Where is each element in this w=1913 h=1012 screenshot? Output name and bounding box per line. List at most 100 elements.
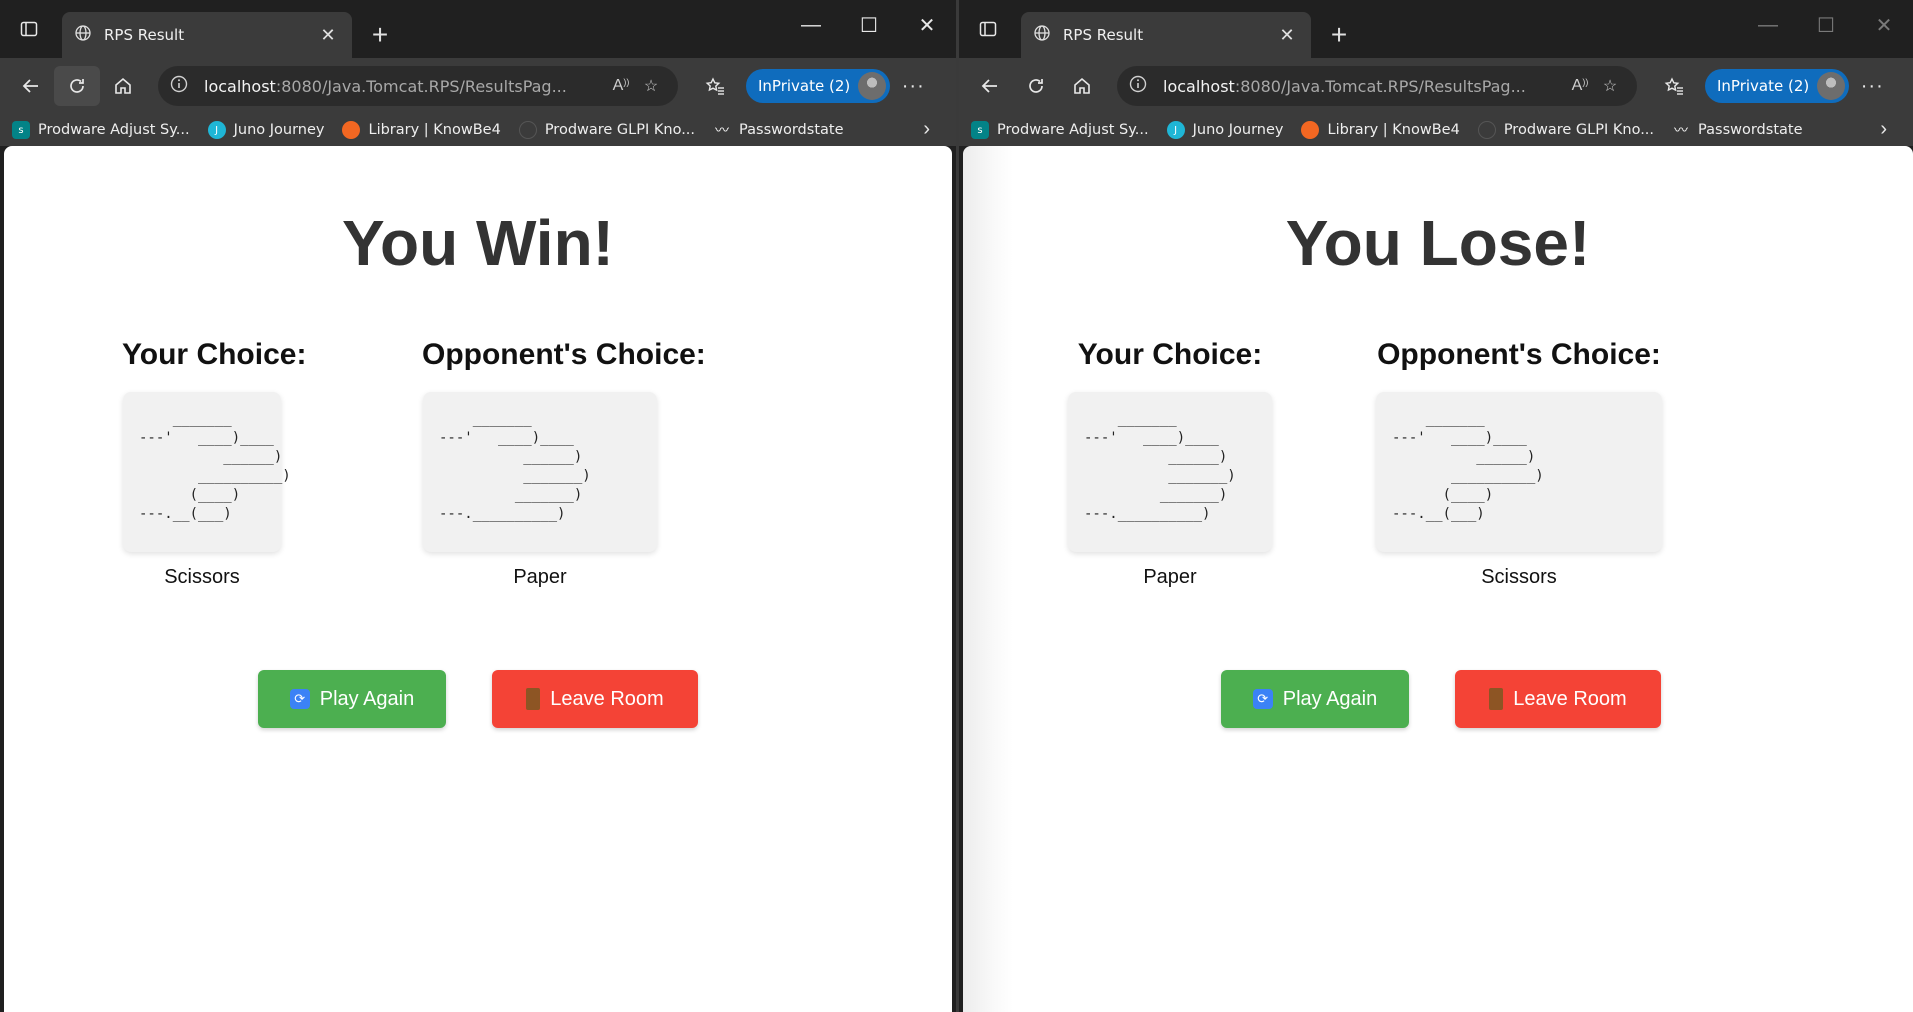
opponent-choice-art: _______ ---' ____)____ ______) _________… [1392, 411, 1544, 522]
inprivate-label: InPrivate (2) [758, 77, 851, 95]
more-icon[interactable]: ··· [1849, 66, 1895, 106]
read-aloud-icon[interactable]: A)) [606, 77, 636, 95]
bookmark-item[interactable]: s Prodware Adjust Sy... [12, 121, 190, 139]
bookmarks-bar: s Prodware Adjust Sy... J Juno Journey Lib… [959, 114, 1913, 146]
avatar [1817, 72, 1846, 100]
title-bar: RPS Result ✕ + — ☐ ✕ [0, 0, 956, 58]
tab-rps-result[interactable]: RPS Result ✕ [1021, 12, 1311, 58]
close-icon[interactable]: ✕ [316, 23, 340, 47]
inprivate-button[interactable]: InPrivate (2) [746, 69, 891, 103]
door-icon [526, 688, 541, 710]
minimize-icon[interactable]: — [1739, 0, 1797, 50]
opponent-choice-name: Scissors [1481, 566, 1557, 588]
bookmark-item[interactable]: J Juno Journey [1166, 121, 1283, 139]
inprivate-button[interactable]: InPrivate (2) [1705, 69, 1850, 103]
play-again-button[interactable]: ⟳ Play Again [258, 670, 446, 728]
knowbe4-icon [342, 121, 361, 139]
avatar [858, 72, 887, 100]
back-icon[interactable] [967, 66, 1013, 106]
close-window-icon[interactable]: ✕ [898, 0, 956, 50]
new-tab-icon[interactable]: + [1317, 12, 1361, 58]
tab-title: RPS Result [104, 26, 185, 44]
maximize-icon[interactable]: ☐ [1797, 0, 1855, 50]
repeat-icon: ⟳ [289, 689, 310, 709]
tab-title: RPS Result [1063, 26, 1144, 44]
door-icon [1489, 688, 1504, 710]
your-choice-label: Your Choice: [1077, 338, 1263, 371]
your-choice-label: Your Choice: [122, 338, 307, 371]
chevron-right-icon[interactable]: › [923, 118, 930, 141]
screen: RPS Result ✕ + — ☐ ✕ localhost:8080/Java… [0, 0, 1913, 1012]
home-icon[interactable] [1059, 66, 1105, 106]
your-choice-column: Your Choice: _______ ---' ____)____ ____… [122, 338, 307, 589]
window-controls: — ☐ ✕ [1739, 0, 1913, 50]
tab-actions-icon[interactable] [0, 0, 58, 58]
title-bar: RPS Result ✕ + — ☐ ✕ [959, 0, 1913, 58]
info-icon[interactable] [1129, 75, 1147, 98]
page-content: You Lose! Your Choice: _______ ---' ____… [963, 146, 1913, 1012]
leave-room-button[interactable]: Leave Room [1455, 670, 1661, 728]
more-icon[interactable]: ··· [890, 66, 936, 106]
glpi-icon [518, 121, 537, 139]
glpi-icon [1477, 121, 1496, 139]
opponent-choice-column: Opponent's Choice: _______ ---' ____)___… [422, 338, 706, 589]
favorite-star-icon[interactable]: ☆ [1595, 76, 1625, 96]
favorites-icon[interactable] [692, 66, 738, 106]
refresh-icon[interactable] [54, 66, 100, 106]
sharepoint-icon: s [12, 121, 30, 139]
window-controls: — ☐ ✕ [782, 0, 956, 50]
bookmark-item[interactable]: Library | KnowBe4 [342, 121, 501, 139]
opponent-choice-column: Opponent's Choice: _______ ---' ____)___… [1375, 338, 1663, 589]
inprivate-label: InPrivate (2) [1717, 77, 1810, 95]
close-icon[interactable]: ✕ [1275, 23, 1299, 47]
globe-icon [1033, 24, 1051, 46]
tab-actions-icon[interactable] [959, 0, 1017, 58]
bookmark-item[interactable]: J Juno Journey [207, 121, 324, 139]
address-bar[interactable]: localhost:8080/Java.Tomcat.RPS/ResultsPa… [1117, 66, 1637, 106]
close-window-icon[interactable]: ✕ [1855, 0, 1913, 50]
pulse-icon: 〰 [1674, 123, 1689, 139]
minimize-icon[interactable]: — [782, 0, 840, 50]
bookmark-item[interactable]: Prodware GLPI Kno... [1477, 121, 1654, 139]
browser-window-right: RPS Result ✕ + — ☐ ✕ localhost:8080/Java… [956, 0, 1913, 1012]
repeat-icon: ⟳ [1252, 689, 1273, 709]
your-choice-name: Paper [1143, 566, 1197, 588]
toolbar: localhost:8080/Java.Tomcat.RPS/ResultsPa… [959, 58, 1913, 114]
your-choice-art: _______ ---' ____)____ ______) _________… [139, 411, 291, 522]
your-choice-name: Scissors [164, 566, 240, 588]
bookmark-item[interactable]: s Prodware Adjust Sy... [971, 121, 1149, 139]
new-tab-icon[interactable]: + [358, 12, 402, 58]
home-icon[interactable] [100, 66, 146, 106]
read-aloud-icon[interactable]: A)) [1565, 77, 1595, 95]
info-icon[interactable] [170, 75, 188, 98]
url-text: localhost:8080/Java.Tomcat.RPS/ResultsPa… [204, 76, 567, 96]
bookmark-item[interactable]: Library | KnowBe4 [1301, 121, 1460, 139]
page-content: You Win! Your Choice: _______ ---' ____)… [4, 146, 952, 1012]
bookmark-item[interactable]: Prodware GLPI Kno... [518, 121, 695, 139]
tab-rps-result[interactable]: RPS Result ✕ [62, 12, 352, 58]
opponent-choice-art-card: _______ ---' ____)____ ______) _________… [1376, 392, 1662, 552]
refresh-icon[interactable] [1013, 66, 1059, 106]
chevron-right-icon[interactable]: › [1880, 118, 1887, 141]
favorites-icon[interactable] [1651, 66, 1697, 106]
your-choice-art: _______ ---' ____)____ ______) _______) … [1084, 411, 1236, 522]
your-choice-art-card: _______ ---' ____)____ ______) _________… [123, 392, 291, 552]
bookmark-item[interactable]: 〰 Passwordstate [1672, 121, 1802, 139]
back-icon[interactable] [8, 66, 54, 106]
address-bar[interactable]: localhost:8080/Java.Tomcat.RPS/ResultsPa… [158, 66, 678, 106]
toolbar: localhost:8080/Java.Tomcat.RPS/ResultsPa… [0, 58, 956, 114]
pulse-icon: 〰 [715, 123, 730, 139]
favorite-star-icon[interactable]: ☆ [636, 76, 666, 96]
juno-icon: J [207, 121, 226, 139]
play-again-button[interactable]: ⟳ Play Again [1221, 670, 1409, 728]
result-heading: You Lose! [1285, 207, 1591, 279]
maximize-icon[interactable]: ☐ [840, 0, 898, 50]
leave-room-button[interactable]: Leave Room [492, 670, 698, 728]
browser-window-left: RPS Result ✕ + — ☐ ✕ localhost:8080/Java… [0, 0, 956, 1012]
result-heading: You Win! [342, 207, 614, 279]
your-choice-column: Your Choice: _______ ---' ____)____ ____… [1067, 338, 1273, 589]
globe-icon [74, 24, 92, 46]
bookmark-item[interactable]: 〰 Passwordstate [713, 121, 843, 139]
your-choice-art-card: _______ ---' ____)____ ______) _______) … [1068, 392, 1272, 552]
sharepoint-icon: s [971, 121, 989, 139]
